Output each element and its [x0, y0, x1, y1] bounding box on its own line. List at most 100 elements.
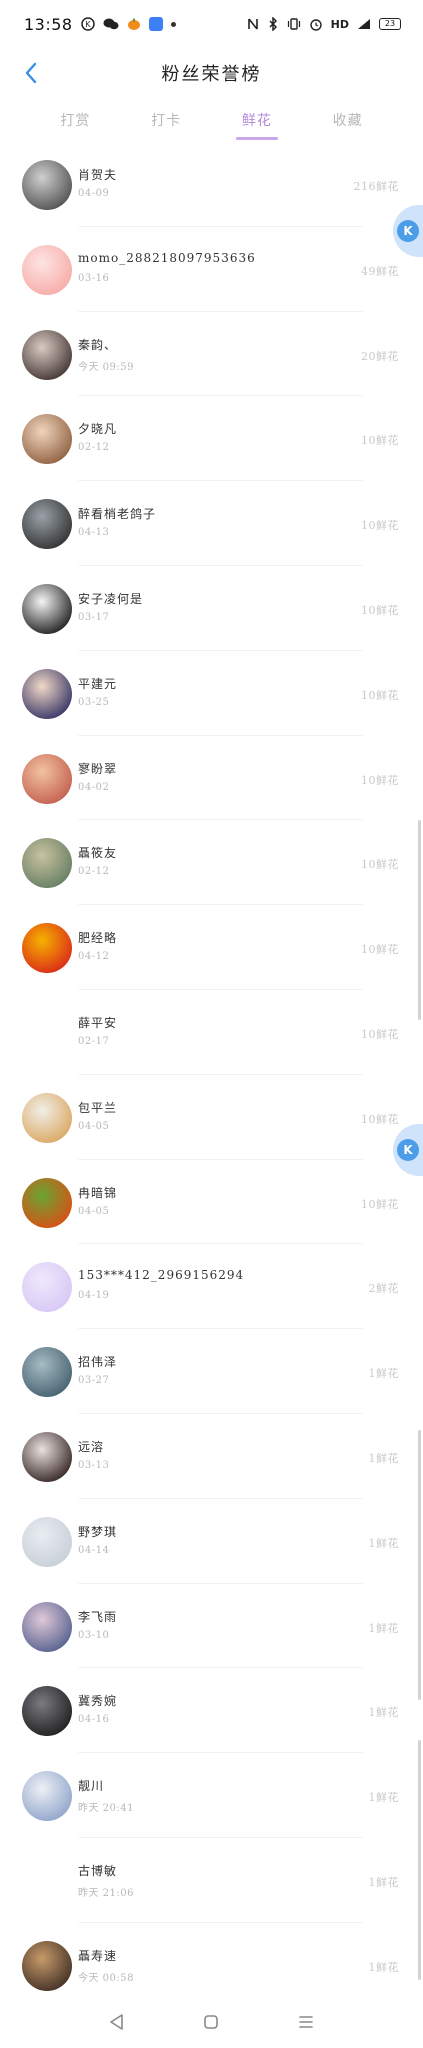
- avatar[interactable]: [22, 1092, 72, 1143]
- back-button[interactable]: [14, 56, 48, 90]
- avatar[interactable]: [22, 499, 72, 550]
- flower-count: 10鲜花: [361, 1027, 399, 1041]
- list-item[interactable]: 招伟泽 03-27 1鲜花: [0, 1329, 423, 1414]
- svg-text:K: K: [85, 20, 91, 29]
- avatar[interactable]: [22, 668, 72, 719]
- list-item[interactable]: 肖贺夫 04-09 216鲜花: [0, 142, 423, 227]
- avatar[interactable]: [22, 1347, 72, 1398]
- avatar[interactable]: [22, 1431, 72, 1482]
- list-item[interactable]: 靓川 昨天 20:41 1鲜花: [0, 1753, 423, 1838]
- flower-count: 1鲜花: [368, 1536, 399, 1550]
- user-name: 平建元: [78, 676, 118, 691]
- scrollbar-thumb[interactable]: [418, 820, 421, 1020]
- menu-lines-icon[interactable]: [294, 2010, 318, 2034]
- tab-0[interactable]: 打赏: [52, 104, 98, 136]
- avatar[interactable]: [22, 244, 72, 295]
- gift-date: 04-05: [78, 1120, 110, 1132]
- list-item[interactable]: 夕晓凡 02-12 10鲜花: [0, 396, 423, 481]
- user-name: 靓川: [78, 1779, 105, 1794]
- flower-count: 20鲜花: [361, 349, 399, 363]
- nfc-icon: [247, 17, 259, 31]
- home-square-icon[interactable]: [199, 2010, 223, 2034]
- flower-count: 1鲜花: [368, 1960, 399, 1974]
- list-item[interactable]: 醉看梢老鸽子 04-13 10鲜花: [0, 481, 423, 566]
- avatar[interactable]: [22, 1940, 72, 1991]
- gift-date: 04-19: [78, 1290, 110, 1302]
- gift-date: 04-09: [78, 188, 110, 199]
- list-item[interactable]: 聶寿速 今天 00:58 1鲜花: [0, 1923, 423, 2008]
- tab-3[interactable]: 收藏: [325, 104, 371, 136]
- avatar[interactable]: [22, 1262, 72, 1313]
- user-name: 安子凌何是: [78, 591, 144, 606]
- battery-icon: 23: [379, 18, 401, 30]
- list-item[interactable]: 冀秀婉 04-16 1鲜花: [0, 1668, 423, 1753]
- list-item[interactable]: 安子凌何是 03-17 10鲜花: [0, 566, 423, 651]
- user-name: 聶筱友: [78, 846, 118, 861]
- list-item[interactable]: 冉暗锦 04-05 10鲜花: [0, 1160, 423, 1245]
- avatar[interactable]: [22, 753, 72, 804]
- user-name: 招伟泽: [78, 1355, 118, 1370]
- gift-date: 02-17: [78, 1035, 110, 1047]
- page-title: 粉丝荣誉榜: [161, 64, 262, 85]
- avatar[interactable]: [22, 838, 72, 889]
- gift-date: 03-10: [78, 1629, 110, 1641]
- list-item[interactable]: 包平兰 04-05 10鲜花: [0, 1075, 423, 1160]
- gift-date: 今天 00:58: [78, 1972, 134, 1984]
- scrollbar-thumb-bottom[interactable]: [418, 1740, 421, 1980]
- app-notification-icon: [148, 17, 163, 31]
- tab-1[interactable]: 打卡: [143, 104, 189, 136]
- flower-count: 216鲜花: [353, 180, 399, 193]
- scrollbar-thumb-lower[interactable]: [418, 1430, 421, 1700]
- flower-count: 10鲜花: [361, 603, 399, 617]
- avatar[interactable]: [22, 1771, 72, 1822]
- avatar[interactable]: [22, 414, 72, 465]
- avatar[interactable]: [22, 1516, 72, 1567]
- list-item[interactable]: 肥经略 04-12 10鲜花: [0, 905, 423, 990]
- k-app-icon: K: [80, 17, 95, 31]
- back-triangle-icon[interactable]: [105, 2010, 129, 2034]
- flower-count: 1鲜花: [368, 1367, 399, 1381]
- gift-date: 03-16: [78, 272, 110, 284]
- avatar[interactable]: [22, 1007, 72, 1058]
- list-item[interactable]: 秦韵、 今天 09:59 20鲜花: [0, 312, 423, 397]
- vibrate-icon: [287, 17, 301, 31]
- user-name: 冀秀婉: [78, 1694, 118, 1709]
- list-item[interactable]: 平建元 03-25 10鲜花: [0, 651, 423, 736]
- flower-count: 10鲜花: [361, 1112, 399, 1126]
- avatar[interactable]: [22, 1177, 72, 1228]
- flower-count: 10鲜花: [361, 773, 399, 787]
- list-item[interactable]: 聶筱友 02-12 10鲜花: [0, 820, 423, 905]
- alarm-icon: [309, 17, 323, 31]
- list-item[interactable]: momo_288218097953636 03-16 49鲜花: [0, 227, 423, 312]
- status-bar-left: 13:58 K: [24, 15, 176, 34]
- avatar[interactable]: [22, 1855, 72, 1906]
- list-item[interactable]: 李飞雨 03-10 1鲜花: [0, 1584, 423, 1669]
- gift-date: 03-13: [78, 1459, 110, 1471]
- list-item[interactable]: 薛平安 02-17 10鲜花: [0, 990, 423, 1075]
- tab-2[interactable]: 鲜花: [234, 104, 280, 140]
- user-name: 153***412_2969156294: [78, 1268, 245, 1283]
- status-bar: 13:58 K HD 23: [0, 0, 423, 48]
- k-badge-icon: K: [397, 1139, 419, 1161]
- chevron-left-icon: [25, 62, 37, 84]
- list-item[interactable]: 153***412_2969156294 04-19 2鲜花: [0, 1244, 423, 1329]
- avatar[interactable]: [22, 160, 72, 210]
- gift-date: 04-13: [78, 527, 110, 539]
- avatar[interactable]: [22, 583, 72, 634]
- gift-date: 02-12: [78, 442, 110, 454]
- pumpkin-icon: [127, 17, 141, 31]
- user-name: 寥盼翠: [78, 761, 118, 776]
- flower-count: 2鲜花: [368, 1282, 399, 1296]
- avatar[interactable]: [22, 1686, 72, 1737]
- list-item[interactable]: 远溶 03-13 1鲜花: [0, 1414, 423, 1499]
- avatar[interactable]: [22, 923, 72, 974]
- gift-date: 今天 09:59: [78, 361, 134, 373]
- flower-count: 1鲜花: [368, 1791, 399, 1805]
- avatar[interactable]: [22, 329, 72, 380]
- flower-count: 49鲜花: [361, 264, 399, 278]
- avatar[interactable]: [22, 1601, 72, 1652]
- network-type: HD: [330, 17, 349, 31]
- list-item[interactable]: 寥盼翠 04-02 10鲜花: [0, 736, 423, 821]
- list-item[interactable]: 古博敏 昨天 21:06 1鲜花: [0, 1838, 423, 1923]
- list-item[interactable]: 野梦琪 04-14 1鲜花: [0, 1499, 423, 1584]
